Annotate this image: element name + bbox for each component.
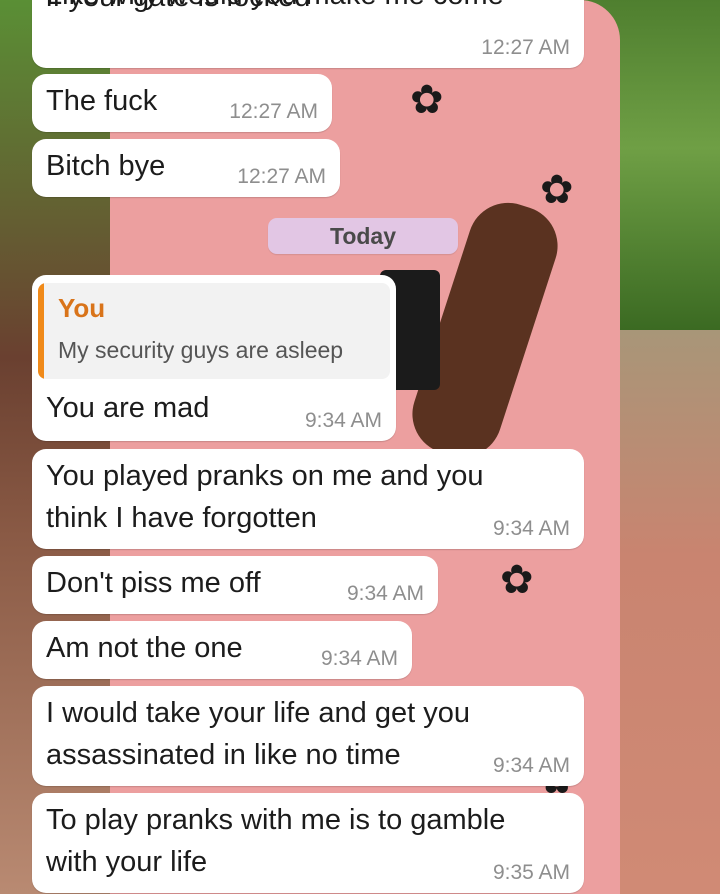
message-time: 9:35 AM bbox=[492, 861, 570, 884]
message-time: 12:27 AM bbox=[229, 100, 318, 123]
message-text: Am not the one bbox=[46, 632, 243, 664]
reply-author: You bbox=[58, 293, 106, 323]
wallpaper-flower-icon: ✿ bbox=[500, 558, 534, 602]
message-bubble[interactable]: You My security guys are asleep You are … bbox=[32, 275, 396, 441]
message-bubble[interactable]: To play pranks with me is to gamble with… bbox=[32, 793, 584, 893]
message-text: The fuck bbox=[46, 85, 158, 117]
message-text: Don't piss me off bbox=[46, 567, 261, 599]
message-text: Bitch bye bbox=[46, 150, 166, 182]
message-bubble[interactable]: You played pranks on me and you think I … bbox=[32, 449, 584, 549]
message-text: with your life bbox=[46, 846, 208, 878]
message-time: 9:34 AM bbox=[346, 582, 424, 605]
message-time: 9:34 AM bbox=[492, 754, 570, 777]
message-bubble[interactable]: Like why would you make me come if your … bbox=[32, 0, 584, 68]
message-bubble[interactable]: Don't piss me off 9:34 AM bbox=[32, 556, 438, 614]
message-time: 9:34 AM bbox=[492, 517, 570, 540]
message-time: 12:27 AM bbox=[481, 36, 570, 59]
message-text: think I have forgotten bbox=[46, 502, 317, 534]
message-text: To play pranks with me is to gamble bbox=[46, 804, 506, 836]
message-text: I would take your life and get you bbox=[46, 697, 470, 729]
wallpaper-flower-icon: ✿ bbox=[410, 78, 444, 122]
message-bubble[interactable]: Bitch bye 12:27 AM bbox=[32, 139, 340, 197]
message-time: 9:34 AM bbox=[320, 647, 398, 670]
message-bubble[interactable]: Am not the one 9:34 AM bbox=[32, 621, 412, 679]
message-time: 12:27 AM bbox=[237, 165, 326, 188]
reply-text: My security guys are asleep bbox=[58, 337, 344, 363]
message-text: You played pranks on me and you bbox=[46, 460, 484, 492]
message-bubble[interactable]: I would take your life and get you assas… bbox=[32, 686, 584, 786]
message-bubble[interactable]: The fuck 12:27 AM bbox=[32, 74, 332, 132]
reply-accent-bar bbox=[38, 283, 44, 379]
message-text: if your gate is locked bbox=[46, 0, 310, 18]
message-text: You are mad bbox=[46, 392, 210, 424]
date-divider: Today bbox=[268, 218, 458, 254]
message-text: assassinated in like no time bbox=[46, 739, 401, 771]
reply-quote[interactable]: You My security guys are asleep bbox=[38, 283, 390, 379]
message-time: 9:34 AM bbox=[304, 409, 382, 432]
wallpaper-flower-icon: ✿ bbox=[540, 168, 574, 212]
